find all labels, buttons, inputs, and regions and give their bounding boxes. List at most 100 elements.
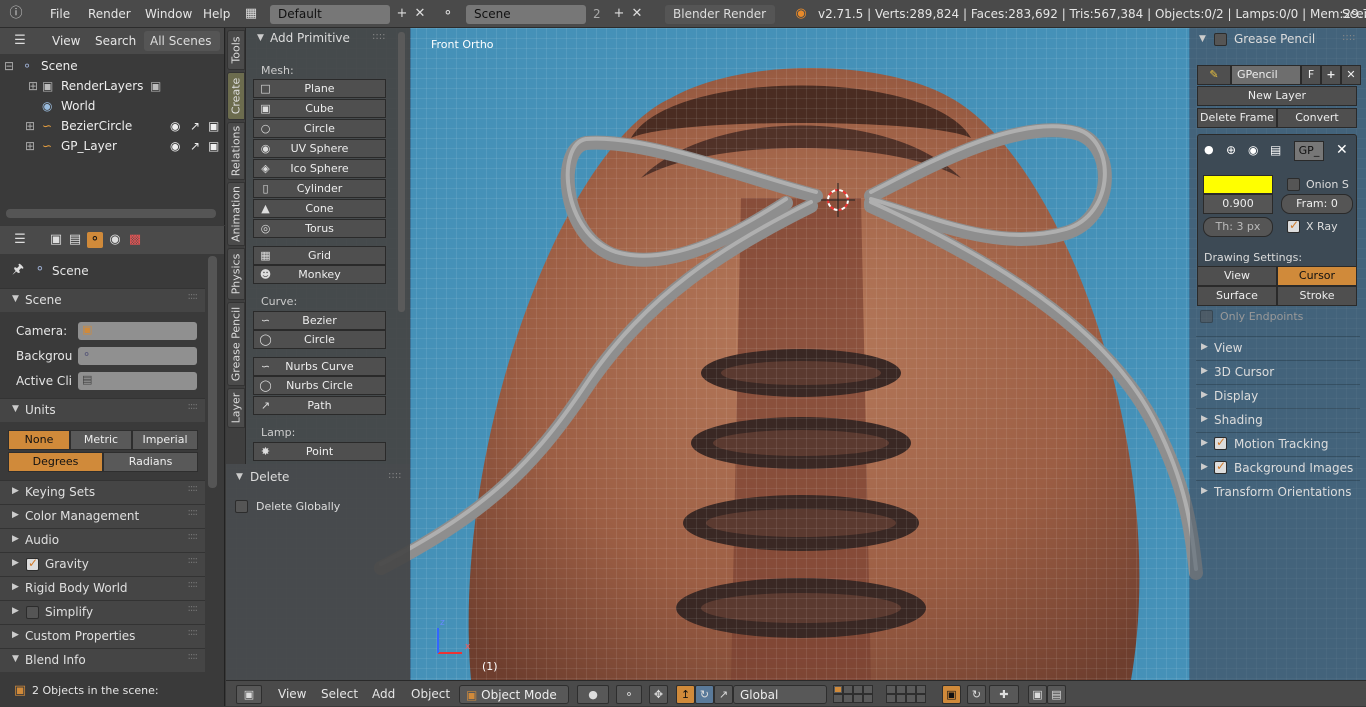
collapse-icon[interactable]: ⊟ (4, 59, 14, 73)
texture-tab-icon[interactable]: ▩ (127, 232, 143, 248)
drag-handle-icon[interactable]: :::: (188, 579, 199, 590)
render-opengl-icon[interactable]: ▣ (1028, 685, 1047, 704)
visibility-eye-icon[interactable]: ◉ (170, 139, 180, 153)
editor-type-icon[interactable]: ▣ (236, 685, 262, 704)
draw-mode-view-button[interactable]: View (1197, 266, 1277, 286)
draw-mode-cursor-button[interactable]: Cursor (1277, 266, 1357, 286)
renderable-camera-icon[interactable]: ▣ (208, 139, 219, 153)
panel-custom-properties[interactable]: ▶ Custom Properties:::: (0, 624, 205, 648)
outliner-menu-search[interactable]: Search (95, 34, 136, 48)
add-ico-sphere-button[interactable]: ◈ Ico Sphere (253, 159, 386, 178)
clapboard-icon[interactable]: ▤ (1270, 143, 1281, 157)
add-grid-button[interactable]: ▦ Grid (253, 246, 386, 265)
simplify-checkbox[interactable] (26, 606, 39, 619)
rotation-degrees-button[interactable]: Degrees (8, 452, 103, 472)
active-layer-dot-icon[interactable]: ● (1204, 143, 1214, 156)
visibility-eye-icon[interactable]: ◉ (170, 119, 180, 133)
transform-orientation-select[interactable]: Global (733, 685, 827, 704)
scene-tab-icon[interactable]: ⚬ (87, 232, 103, 248)
mode-select[interactable]: ▣ Object Mode (459, 685, 569, 704)
add-cylinder-button[interactable]: ▯ Cylinder (253, 179, 386, 198)
properties-editor-icon[interactable]: ☰ (12, 232, 28, 248)
panel-audio[interactable]: ▶ Audio:::: (0, 528, 205, 552)
drag-handle-icon[interactable]: :::: (1342, 32, 1355, 43)
collapse-icon[interactable]: ▼ (1199, 34, 1206, 44)
stroke-color-swatch[interactable] (1203, 175, 1273, 194)
add-plane-button[interactable]: □ Plane (253, 79, 386, 98)
panel-view[interactable]: ▶ View (1196, 336, 1360, 358)
viewport-shading-icon[interactable]: ● (577, 685, 609, 704)
thickness-field[interactable]: Th: 3 px (1203, 217, 1273, 237)
add-torus-button[interactable]: ◎ Torus (253, 219, 386, 238)
draw-mode-surface-button[interactable]: Surface (1197, 286, 1277, 306)
add-path-button[interactable]: ↗ Path (253, 396, 386, 415)
new-layer-button[interactable]: New Layer (1197, 86, 1357, 106)
menu-view[interactable]: View (278, 687, 306, 701)
gpencil-datablock-field[interactable]: GPencil (1231, 65, 1301, 85)
expand-icon[interactable]: ⊞ (25, 139, 35, 153)
menu-file[interactable]: File (50, 7, 70, 21)
selectable-cursor-icon[interactable]: ↗ (190, 119, 200, 133)
outliner-row-world[interactable]: ◉ World (0, 96, 224, 116)
panel-transform-orientations[interactable]: ▶ Transform Orientations (1196, 480, 1360, 502)
drag-handle-icon[interactable]: :::: (388, 470, 401, 481)
convert-button[interactable]: Convert (1277, 108, 1357, 128)
tab-tools[interactable]: Tools (227, 30, 245, 70)
panel-rigid-body-world[interactable]: ▶ Rigid Body World:::: (0, 576, 205, 600)
drag-handle-icon[interactable]: :::: (188, 291, 199, 302)
opacity-field[interactable]: 0.900 (1203, 194, 1273, 214)
menu-select[interactable]: Select (321, 687, 358, 701)
outliner-editor-icon[interactable]: ☰ (12, 33, 28, 49)
screen-layout-icon[interactable]: ▦ (243, 6, 259, 22)
drag-handle-icon[interactable]: :::: (188, 555, 199, 566)
properties-scrollbar[interactable] (208, 256, 217, 488)
panel-background-images[interactable]: ▶ Background Images (1196, 456, 1360, 478)
add-nurbs-circle-button[interactable]: ◯ Nurbs Circle (253, 376, 386, 395)
only-endpoints-checkbox[interactable] (1200, 310, 1213, 323)
grease-pencil-checkbox[interactable] (1214, 33, 1227, 46)
manipulator-translate-icon[interactable]: ↥ (676, 685, 695, 704)
add-screen-icon[interactable]: + (394, 6, 410, 22)
gpencil-brush-icon[interactable]: ✎ (1197, 65, 1231, 85)
manipulator-scale-icon[interactable]: ↗ (714, 685, 733, 704)
drag-handle-icon[interactable]: :::: (188, 531, 199, 542)
outliner-row-beziercircle[interactable]: ⊞ ∽ BezierCircle ◉ ↗ ▣ (0, 116, 224, 136)
panel-motion-tracking[interactable]: ▶ Motion Tracking (1196, 432, 1360, 454)
panel-display[interactable]: ▶ Display (1196, 384, 1360, 406)
manipulator-rotate-icon[interactable]: ↻ (695, 685, 714, 704)
active-clip-field[interactable]: ▤ (78, 372, 197, 390)
menu-render[interactable]: Render (88, 7, 131, 21)
delete-globally-checkbox[interactable] (235, 500, 248, 513)
menu-help[interactable]: Help (203, 7, 230, 21)
add-uv-sphere-button[interactable]: ◉ UV Sphere (253, 139, 386, 158)
panel-simplify[interactable]: ▶ Simplify:::: (0, 600, 205, 624)
onion-skin-checkbox[interactable] (1287, 178, 1300, 191)
add-cone-button[interactable]: ▲ Cone (253, 199, 386, 218)
pin-icon[interactable]: 🖈 (10, 262, 26, 278)
panel-color-management[interactable]: ▶ Color Management:::: (0, 504, 205, 528)
render-animation-icon[interactable]: ▤ (1047, 685, 1066, 704)
remove-screen-icon[interactable]: ✕ (412, 6, 428, 22)
outliner-menu-view[interactable]: View (52, 34, 80, 48)
manipulator-toggle-icon[interactable]: ✥ (649, 685, 668, 704)
drag-handle-icon[interactable]: :::: (188, 401, 199, 412)
lock-icon[interactable]: ⊕ (1226, 143, 1236, 157)
units-imperial-button[interactable]: Imperial (132, 430, 198, 450)
tab-relations[interactable]: Relations (227, 122, 245, 180)
render-engine-select[interactable]: Blender Render (665, 5, 775, 24)
proportional-editing-icon[interactable]: ↻ (967, 685, 986, 704)
add-curve-circle-button[interactable]: ◯ Circle (253, 330, 386, 349)
delete-frame-button[interactable]: Delete Frame (1197, 108, 1277, 128)
scene-field[interactable]: Scene (466, 5, 586, 24)
remove-scene-icon[interactable]: ✕ (629, 6, 645, 22)
drag-handle-icon[interactable]: :::: (372, 31, 385, 42)
menu-window[interactable]: Window (145, 7, 192, 21)
outliner-scrollbar[interactable] (6, 209, 216, 218)
camera-field[interactable]: ▣ (78, 322, 197, 340)
world-tab-icon[interactable]: ◉ (107, 232, 123, 248)
panel-blend-info[interactable]: ▼ Blend Info:::: (0, 648, 205, 672)
outliner-filter-select[interactable]: All Scenes (144, 31, 220, 51)
add-bezier-button[interactable]: ∽ Bezier (253, 311, 386, 330)
add-monkey-button[interactable]: ☻ Monkey (253, 265, 386, 284)
scene-icon[interactable]: ⚬ (440, 6, 456, 22)
